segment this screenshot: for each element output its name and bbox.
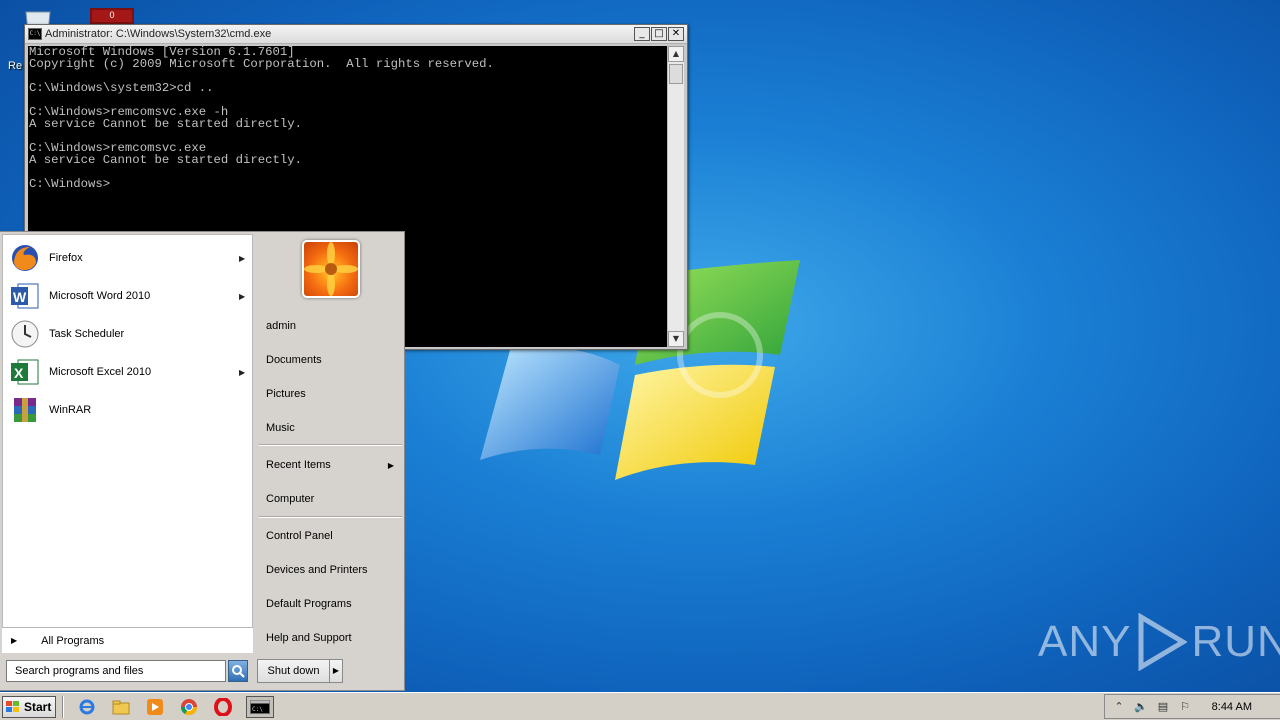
- cmd-window-icon: C:\: [28, 28, 42, 40]
- show-hidden-icon[interactable]: ⌃: [1111, 699, 1127, 715]
- firefox-icon: [9, 242, 41, 274]
- scroll-down-icon[interactable]: ▼: [668, 331, 684, 347]
- start-label: Start: [24, 699, 52, 714]
- volume-icon[interactable]: 🔈: [1133, 699, 1149, 715]
- program-label: Firefox: [49, 252, 83, 264]
- program-firefox[interactable]: Firefox ▶: [9, 241, 249, 275]
- watermark-any: ANY: [1038, 617, 1132, 666]
- red-desktop-icon[interactable]: 0: [90, 8, 134, 24]
- all-programs-label: All Programs: [41, 634, 105, 647]
- windows-flag-icon: [6, 700, 19, 712]
- cmd-taskbar-button[interactable]: C:\: [246, 695, 274, 718]
- place-computer[interactable]: Computer: [266, 489, 400, 509]
- search-input[interactable]: Search programs and files: [6, 660, 226, 682]
- program-label: Microsoft Excel 2010: [49, 366, 152, 378]
- scroll-up-icon[interactable]: ▲: [668, 46, 684, 62]
- taskbar-divider: [62, 695, 64, 718]
- opera-icon[interactable]: [213, 697, 233, 717]
- cmd-icon: C:\: [250, 699, 270, 714]
- console-text: Microsoft Windows [Version 6.1.7601] Cop…: [29, 46, 494, 191]
- place-documents[interactable]: Documents: [266, 350, 400, 370]
- close-button[interactable]: ✕: [668, 27, 684, 41]
- network-icon[interactable]: ▤: [1155, 699, 1171, 715]
- desktop-label-partial: Re: [8, 60, 23, 72]
- separator: [259, 516, 402, 518]
- taskbar: Start C:\ ⌃ 🔈 ▤ ⚐ 8:44 AM: [0, 692, 1280, 720]
- program-task-scheduler[interactable]: Task Scheduler: [9, 317, 249, 351]
- place-control-panel[interactable]: Control Panel: [266, 526, 400, 546]
- play-triangle-icon: [1138, 613, 1188, 671]
- place-help-support[interactable]: Help and Support: [266, 628, 400, 648]
- place-pictures[interactable]: Pictures: [266, 384, 400, 404]
- submenu-arrow-icon: ▶: [239, 253, 246, 263]
- all-programs-button[interactable]: ▶ All Programs: [2, 627, 253, 653]
- svg-text:W: W: [13, 289, 27, 305]
- svg-text:C:\: C:\: [252, 706, 263, 713]
- user-avatar[interactable]: [302, 240, 360, 298]
- media-player-icon[interactable]: [145, 697, 165, 717]
- clock[interactable]: 8:44 AM: [1212, 701, 1252, 713]
- submenu-arrow-icon: ▶: [387, 460, 394, 470]
- program-label: Microsoft Word 2010: [49, 290, 151, 302]
- start-menu-programs-pane: Firefox ▶ W Microsoft Word 2010 ▶ Task S…: [2, 234, 253, 653]
- excel-icon: X: [9, 356, 41, 388]
- program-label: Task Scheduler: [49, 328, 125, 340]
- svg-text:X: X: [14, 365, 24, 381]
- place-label: Recent Items: [266, 459, 331, 471]
- submenu-arrow-icon: ▶: [239, 291, 246, 301]
- task-scheduler-icon: [9, 318, 41, 350]
- minimize-button[interactable]: _: [634, 27, 650, 41]
- action-center-flag-icon[interactable]: ⚐: [1177, 699, 1193, 715]
- shutdown-label: Shut down: [258, 660, 330, 682]
- shutdown-options-arrow-icon[interactable]: ▶: [330, 660, 342, 682]
- system-tray: ⌃ 🔈 ▤ ⚐ 8:44 AM: [1104, 694, 1280, 719]
- chrome-icon[interactable]: [179, 697, 199, 717]
- cmd-title-bar[interactable]: C:\ Administrator: C:\Windows\System32\c…: [25, 25, 687, 44]
- ie-icon[interactable]: [77, 697, 97, 717]
- start-menu-places-pane: admin Documents Pictures Music Recent It…: [257, 232, 403, 692]
- vertical-scrollbar[interactable]: ▲ ▼: [667, 46, 684, 347]
- program-label: WinRAR: [49, 404, 92, 416]
- separator: [259, 444, 402, 446]
- start-menu: Firefox ▶ W Microsoft Word 2010 ▶ Task S…: [0, 231, 405, 691]
- place-devices-printers[interactable]: Devices and Printers: [266, 560, 400, 580]
- shutdown-button[interactable]: Shut down ▶: [257, 659, 343, 683]
- scroll-thumb[interactable]: [669, 64, 683, 84]
- cmd-window-title: Administrator: C:\Windows\System32\cmd.e…: [45, 28, 272, 40]
- word-icon: W: [9, 280, 41, 312]
- place-admin[interactable]: admin: [266, 316, 400, 336]
- winrar-icon: [9, 394, 41, 426]
- place-default-programs[interactable]: Default Programs: [266, 594, 400, 614]
- program-winrar[interactable]: WinRAR: [9, 393, 249, 427]
- search-icon[interactable]: [228, 660, 248, 682]
- program-excel[interactable]: X Microsoft Excel 2010 ▶: [9, 355, 249, 389]
- anyrun-watermark: ANY RUN: [1038, 612, 1280, 672]
- all-programs-arrow-icon: ▶: [11, 636, 18, 645]
- start-button[interactable]: Start: [2, 695, 56, 718]
- explorer-icon[interactable]: [111, 697, 131, 717]
- watermark-run: RUN: [1191, 617, 1280, 666]
- place-music[interactable]: Music: [266, 418, 400, 438]
- maximize-button[interactable]: □: [651, 27, 667, 41]
- program-word[interactable]: W Microsoft Word 2010 ▶: [9, 279, 249, 313]
- submenu-arrow-icon: ▶: [239, 367, 246, 377]
- place-recent-items[interactable]: Recent Items ▶: [266, 455, 400, 475]
